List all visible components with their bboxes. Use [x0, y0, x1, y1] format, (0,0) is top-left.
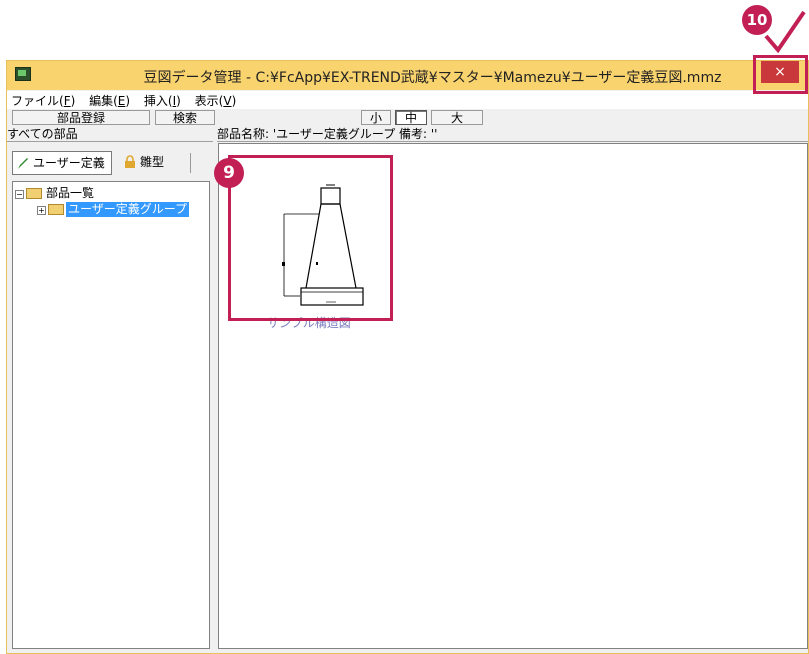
- menu-insert[interactable]: 挿入(I): [140, 91, 185, 110]
- folder-icon: [48, 204, 64, 215]
- menu-view[interactable]: 表示(V): [191, 91, 241, 110]
- lock-icon: [125, 155, 135, 168]
- title-bar: 豆図データ管理 - C:¥FcApp¥EX-TREND武蔵¥マスター¥Mamez…: [7, 61, 808, 90]
- menu-file[interactable]: ファイル(F): [7, 91, 79, 110]
- window-title: 豆図データ管理 - C:¥FcApp¥EX-TREND武蔵¥マスター¥Mamez…: [143, 70, 722, 86]
- step-9-badge: 9: [214, 158, 244, 188]
- part-info-header: 部品名称: 'ユーザー定義グループ 備考: '': [217, 127, 808, 142]
- tree-item-parts-list[interactable]: − 部品一覧: [15, 186, 135, 201]
- size-small-button[interactable]: 小: [361, 110, 391, 125]
- app-icon: [15, 67, 31, 81]
- parts-panel-header: すべての部品: [7, 127, 213, 142]
- size-medium-button[interactable]: 中: [395, 110, 427, 125]
- pencil-icon: [18, 158, 28, 169]
- tab-user-defined[interactable]: ユーザー定義: [12, 151, 112, 175]
- parts-panel: すべての部品 ユーザー定義 雛型 − 部品一覧 + ユーザー定義グループ: [7, 127, 213, 653]
- expand-icon[interactable]: +: [37, 206, 46, 215]
- tree-item-user-group[interactable]: + ユーザー定義グループ: [37, 202, 190, 217]
- collapse-icon[interactable]: −: [15, 190, 24, 199]
- app-window: 豆図データ管理 - C:¥FcApp¥EX-TREND武蔵¥マスター¥Mamez…: [6, 60, 809, 654]
- register-part-button[interactable]: 部品登録: [12, 110, 150, 125]
- checkmark-icon: [764, 10, 806, 54]
- folder-icon: [26, 188, 42, 199]
- part-highlight: [228, 155, 393, 321]
- menu-edit[interactable]: 編集(E): [85, 91, 134, 110]
- parts-tree[interactable]: − 部品一覧 + ユーザー定義グループ: [12, 181, 210, 649]
- menu-bar: ファイル(F) 編集(E) 挿入(I) 表示(V): [7, 91, 808, 109]
- toolbar: 部品登録 検索 小 中 大: [7, 109, 808, 127]
- close-button-highlight: [753, 55, 808, 94]
- size-large-button[interactable]: 大: [431, 110, 483, 125]
- tab-divider: [190, 153, 191, 173]
- search-button[interactable]: 検索: [155, 110, 215, 125]
- tab-template[interactable]: 雛型: [120, 151, 180, 175]
